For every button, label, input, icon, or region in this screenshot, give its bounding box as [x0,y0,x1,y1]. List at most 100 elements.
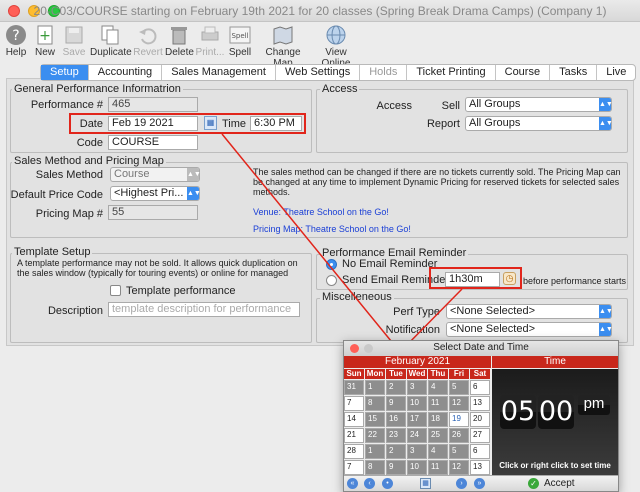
calendar-day[interactable]: 27 [470,428,490,443]
calendar-day[interactable]: 17 [407,412,427,427]
save-button[interactable]: Save [61,24,87,58]
calendar-day[interactable]: 1 [365,380,385,395]
calendar-day[interactable]: 7 [344,396,364,411]
calendar-day[interactable]: 18 [428,412,448,427]
calendar-day[interactable]: 25 [428,428,448,443]
tab-web-settings[interactable]: Web Settings [276,65,361,80]
print-button[interactable]: Print... [195,24,225,58]
time-label: Time [221,118,246,130]
reminder-suffix: before performance starts [523,276,627,286]
ampm-display[interactable]: pm [578,395,610,415]
tab-live[interactable]: Live [597,65,635,80]
calendar-day[interactable]: 20 [470,412,490,427]
next-year-button[interactable]: » [474,478,485,489]
calendar-day[interactable]: 6 [470,380,490,395]
time-input[interactable]: 6:30 PM [250,116,302,131]
globe-icon [326,25,346,45]
calendar-day[interactable]: 9 [386,396,406,411]
calendar-day[interactable]: 3 [407,444,427,459]
calendar-day[interactable]: 15 [365,412,385,427]
calendar-day[interactable]: 24 [407,428,427,443]
revert-icon [139,28,157,45]
calendar-day[interactable]: 2 [386,444,406,459]
access-label: Access [376,100,412,112]
today-button[interactable]: • [382,478,393,489]
help-button[interactable]: ? Help [3,24,29,58]
calendar-day[interactable]: 11 [428,396,448,411]
tab-setup[interactable]: Setup [41,65,89,80]
calendar-day[interactable]: 19 [449,412,469,427]
calendar-day[interactable]: 8 [365,396,385,411]
calendar-day[interactable]: 3 [407,380,427,395]
calendar-day[interactable]: 11 [428,460,448,475]
pricing-map-link[interactable]: Pricing Map: Theatre School on the Go! [253,224,411,234]
calendar-icon[interactable]: ▦ [204,116,217,130]
tab-holds[interactable]: Holds [360,65,408,80]
calendar-icon[interactable]: ▦ [420,478,431,489]
code-input[interactable]: COURSE [108,135,198,150]
spell-button[interactable]: Spell Spell [227,24,253,58]
hour-digit[interactable]: 05 [500,395,536,429]
send-email-radio[interactable] [326,275,337,286]
calendar-day[interactable]: 6 [470,444,490,459]
calendar-day[interactable]: 9 [386,460,406,475]
default-price-code-select[interactable]: <Highest Pri... ▲▼ [110,186,201,201]
calendar-day[interactable]: 12 [449,460,469,475]
picker-title-bar: Select Date and Time [344,341,618,356]
revert-button[interactable]: Revert [133,24,163,58]
tab-accounting[interactable]: Accounting [89,65,163,80]
sell-select[interactable]: All Groups ▲▼ [465,97,613,112]
calendar-day[interactable]: 10 [407,396,427,411]
calendar-day[interactable]: 8 [365,460,385,475]
notification-select[interactable]: <None Selected> ▲▼ [446,322,613,337]
calendar-day[interactable]: 23 [386,428,406,443]
tab-sales-management[interactable]: Sales Management [162,65,276,80]
delete-button[interactable]: Delete [165,24,194,58]
duplicate-button[interactable]: Duplicate [90,24,132,58]
reminder-time-input[interactable]: 1h30m [445,272,500,287]
calendar-day[interactable]: 28 [344,444,364,459]
calendar-day[interactable]: 12 [449,396,469,411]
template-group-title: Template Setup [12,246,93,258]
perf-type-select[interactable]: <None Selected> ▲▼ [446,304,613,319]
view-online-button[interactable]: View Online [312,24,360,69]
calendar-day[interactable]: 13 [470,460,490,475]
calendar-day[interactable]: 2 [386,380,406,395]
tab-course[interactable]: Course [496,65,551,80]
tab-bar: Setup Accounting Sales Management Web Se… [40,64,637,81]
previous-year-button[interactable]: « [347,478,358,489]
template-performance-checkbox[interactable] [110,285,121,296]
new-button[interactable]: + New [32,24,58,58]
calendar-day[interactable]: 13 [470,396,490,411]
description-input[interactable]: template description for performance [108,302,300,317]
calendar-day[interactable]: 14 [344,412,364,427]
next-month-button[interactable]: › [456,478,467,489]
clock-icon[interactable]: ◷ [503,272,516,285]
calendar-day[interactable]: 26 [449,428,469,443]
calendar-day[interactable]: 4 [428,444,448,459]
calendar-day[interactable]: 31 [344,380,364,395]
previous-month-button[interactable]: ‹ [364,478,375,489]
no-email-radio[interactable] [326,259,337,270]
calendar-day[interactable]: 22 [365,428,385,443]
no-email-label: No Email Reminder [342,258,438,270]
clock-display[interactable]: 05 00 pm Click or right click to set tim… [492,369,618,475]
calendar-day[interactable]: 4 [428,380,448,395]
date-input[interactable]: Feb 19 2021 [108,116,198,131]
calendar-day[interactable]: 10 [407,460,427,475]
calendar-day[interactable]: 7 [344,460,364,475]
minute-digit[interactable]: 00 [538,395,574,429]
tab-tasks[interactable]: Tasks [550,65,598,80]
calendar-day[interactable]: 5 [449,380,469,395]
calendar-day[interactable]: 5 [449,444,469,459]
tab-ticket-printing[interactable]: Ticket Printing [407,65,496,80]
calendar-day[interactable]: 21 [344,428,364,443]
sales-method-select[interactable]: Course ▲▼ [110,167,201,182]
time-hint: Click or right click to set time [499,461,611,470]
calendar-day[interactable]: 16 [386,412,406,427]
accept-button[interactable]: Accept [544,478,575,489]
venue-link[interactable]: Venue: Theatre School on the Go! [253,207,389,217]
report-select[interactable]: All Groups ▲▼ [465,116,613,131]
calendar-day[interactable]: 1 [365,444,385,459]
change-map-button[interactable]: Change Map [256,24,310,69]
